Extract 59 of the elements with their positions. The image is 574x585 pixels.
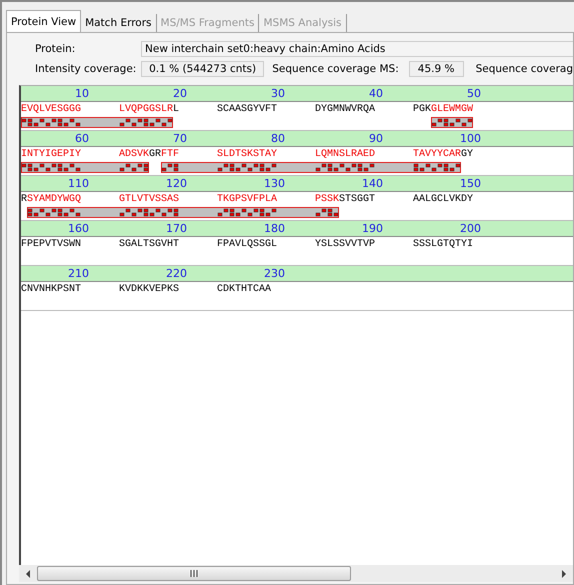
position-number: 180 [263, 221, 286, 236]
position-number: 70 [172, 131, 188, 146]
position-number: 150 [459, 176, 482, 191]
intensity-coverage-label: Intensity coverage: [34, 63, 138, 75]
sequence-text: CDKTHTCAA [217, 283, 272, 297]
sequence-text: SSSLGTQTYI [413, 238, 473, 252]
position-number: 160 [67, 221, 90, 236]
position-number: 120 [165, 176, 188, 191]
position-number: 40 [368, 86, 384, 101]
sequence-text: TKGPSVFPLA [217, 193, 277, 207]
sequence-text: TAVYYCARGY [413, 148, 473, 162]
sequence-text: KVDKKVEPKS [119, 283, 179, 297]
scroll-left-icon[interactable] [25, 570, 31, 578]
position-number: 140 [361, 176, 384, 191]
sequence-text: EVQLVESGGG [21, 103, 81, 117]
position-number: 130 [263, 176, 286, 191]
intensity-coverage-value: 0.1 % (544273 cnts) [141, 61, 264, 77]
position-number: 200 [459, 221, 482, 236]
sequence-text: YSLSSVVTVP [315, 238, 375, 252]
tab[interactable]: Protein View [6, 10, 82, 32]
sequence-text: AALGCLVKDY [413, 193, 473, 207]
sequence-text: PSSKSTSGGT [315, 193, 375, 207]
position-number: 190 [361, 221, 384, 236]
sequence-text: FPEPVTVSWN [21, 238, 81, 252]
sequence-text: LVQPGGSLRL [119, 103, 179, 117]
position-number: 110 [67, 176, 90, 191]
sequence-text: PGKGLEWMGW [413, 103, 473, 117]
position-number: 30 [270, 86, 286, 101]
position-number: 50 [466, 86, 482, 101]
sequence-text: RSYAMDYWGQ [21, 193, 81, 207]
position-number: 60 [74, 131, 90, 146]
position-number: 220 [165, 266, 188, 281]
scroll-right-icon[interactable] [561, 570, 567, 578]
position-number: 210 [67, 266, 90, 281]
position-number: 100 [459, 131, 482, 146]
horizontal-scrollbar[interactable] [19, 565, 573, 582]
sequence-text: INTYIGEPIY [21, 148, 81, 162]
sequence-text: SLDTSKSTAY [217, 148, 277, 162]
sequence-text: SGALTSGVHT [119, 238, 179, 252]
position-number: 80 [270, 131, 286, 146]
sequence-text: GTLVTVSSAS [119, 193, 179, 207]
sequence-coverage-value: 45.9 % [408, 61, 464, 77]
protein-field[interactable]: New interchain set0:heavy chain:Amino Acids [141, 41, 573, 57]
grip-icon [190, 570, 198, 577]
sequence-text: LQMNSLRAED [315, 148, 375, 162]
sequence-text: CNVNHKPSNT [21, 283, 81, 297]
sequence-text: SCAASGYVFT [217, 103, 277, 117]
sequence-text: DYGMNWVRQA [315, 103, 375, 117]
scroll-thumb[interactable] [37, 566, 351, 581]
sequence-coverage-label: Sequence coverage MS: [271, 63, 400, 75]
position-number: 10 [74, 86, 90, 101]
position-number: 90 [368, 131, 384, 146]
position-number: 170 [165, 221, 188, 236]
position-number: 230 [263, 266, 286, 281]
sequence-text: FPAVLQSSGL [217, 238, 277, 252]
position-number: 20 [172, 86, 188, 101]
sequence-coverage-label: Sequence coverag [474, 63, 573, 75]
protein-label: Protein: [34, 43, 76, 55]
sequence-text: ADSVKGRFTF [119, 148, 179, 162]
